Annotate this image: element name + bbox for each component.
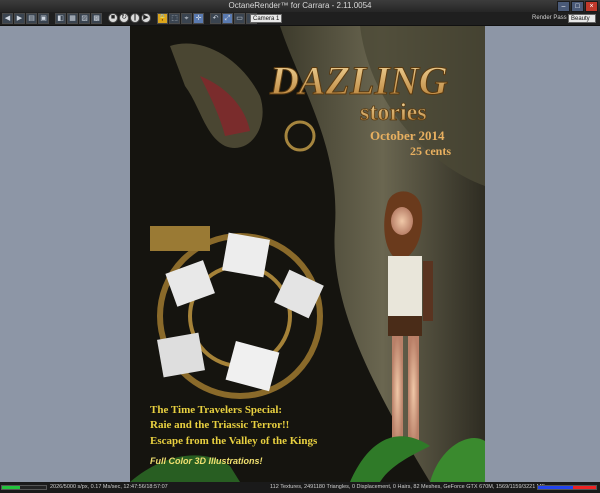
memory-usage-bar: [537, 485, 597, 490]
memory-segment: [538, 486, 550, 489]
memory-segment: [584, 486, 596, 489]
cover-artwork: DAZLING stories October 2014 25 cents Th…: [130, 26, 485, 482]
fit-icon[interactable]: ⤢: [222, 13, 233, 24]
focus-icon[interactable]: ⌖: [181, 13, 192, 24]
toolbar-icons: ◀ ▶ ▤ ▣ ◧ ▦ ▨ ▩ ■ ↻ ∥ ▶ 🔒 ⬚ ⌖ ✛ ↶ ⤢ ▭ ▪: [2, 13, 257, 24]
render-stats: 2026/5000 s/px, 0.17 Ms/sec, 12:47:56/18…: [50, 484, 168, 490]
cover-title-line2: stories: [360, 100, 427, 126]
settings-icon[interactable]: ▩: [91, 13, 102, 24]
pause-icon[interactable]: ∥: [130, 13, 140, 23]
status-bar: 2026/5000 s/px, 0.17 Ms/sec, 12:47:56/18…: [0, 482, 600, 493]
minimize-icon[interactable]: –: [557, 1, 570, 12]
stop-icon[interactable]: ■: [108, 13, 118, 23]
image-icon[interactable]: ▨: [79, 13, 90, 24]
render-pass-select[interactable]: Beauty: [568, 14, 596, 23]
region-icon[interactable]: ⬚: [169, 13, 180, 24]
restart-icon[interactable]: ↻: [119, 13, 129, 23]
back-icon[interactable]: ◀: [2, 13, 13, 24]
window-title: OctaneRender™ for Carrara - 2.11.0054: [228, 1, 372, 10]
cover-title-line1: DAZLING: [269, 58, 448, 103]
memory-segment: [549, 486, 562, 489]
open-icon[interactable]: ▤: [26, 13, 37, 24]
render-icon[interactable]: ◧: [55, 13, 66, 24]
render-viewport[interactable]: DAZLING stories October 2014 25 cents Th…: [0, 26, 600, 482]
display-icon[interactable]: ▭: [234, 13, 245, 24]
lock-icon[interactable]: 🔒: [157, 13, 168, 24]
cover-date: October 2014: [370, 128, 445, 143]
maximize-icon[interactable]: □: [571, 1, 584, 12]
headline-2: Raie and the Triassic Terror!!: [150, 419, 289, 431]
scene-stats: 112 Textures, 2491180 Triangles, 0 Displ…: [270, 484, 546, 490]
render-pass-label: Render Pass: [532, 15, 567, 21]
memory-segment: [561, 486, 573, 489]
start-icon[interactable]: ▶: [141, 13, 151, 23]
headline-3: Escape from the Valley of the Kings: [150, 435, 318, 447]
forward-icon[interactable]: ▶: [14, 13, 25, 24]
render-progress-fill: [2, 486, 20, 489]
undo-icon[interactable]: ↶: [210, 13, 221, 24]
render-toolbar: ◀ ▶ ▤ ▣ ◧ ▦ ▨ ▩ ■ ↻ ∥ ▶ 🔒 ⬚ ⌖ ✛ ↶ ⤢ ▭ ▪ …: [0, 12, 600, 26]
save-icon[interactable]: ▣: [38, 13, 49, 24]
window-titlebar: OctaneRender™ for Carrara - 2.11.0054 – …: [0, 0, 600, 12]
scene-icon[interactable]: ▦: [67, 13, 78, 24]
cover-price: 25 cents: [410, 144, 451, 158]
headline-1: The Time Travelers Special:: [150, 404, 282, 416]
pick-icon[interactable]: ✛: [193, 13, 204, 24]
render-progress-bar: [1, 485, 47, 490]
memory-segment: [572, 486, 585, 489]
close-icon[interactable]: ×: [585, 1, 598, 12]
rendered-image: DAZLING stories October 2014 25 cents Th…: [130, 26, 485, 482]
cover-tagline: Full Color 3D Illustrations!: [150, 456, 263, 466]
camera-select[interactable]: Camera 1: [250, 14, 282, 23]
window-controls: – □ ×: [557, 1, 598, 12]
